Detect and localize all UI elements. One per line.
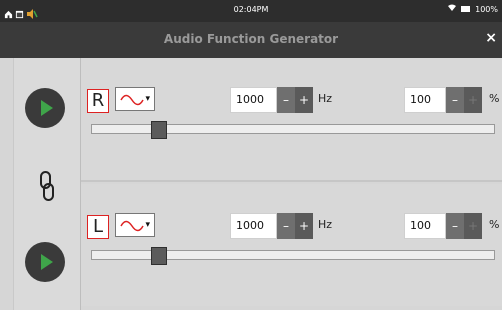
amplitude-increment-button[interactable]: + (464, 213, 482, 239)
play-icon (41, 100, 53, 116)
frequency-unit: Hz (318, 92, 333, 105)
play-right-button[interactable] (25, 88, 65, 128)
sine-wave-icon (120, 94, 144, 106)
amplitude-input[interactable]: 100 (404, 213, 446, 239)
sine-wave-icon (120, 220, 144, 232)
battery-icon (461, 5, 471, 14)
amplitude-input[interactable]: 100 (404, 87, 446, 113)
title-bar: Audio Function Generator × (0, 22, 502, 59)
slider-thumb[interactable] (150, 121, 167, 139)
play-icon (41, 254, 53, 270)
chevron-down-icon: ▾ (145, 220, 150, 230)
amplitude-decrement-button[interactable]: – (446, 213, 464, 239)
amplitude-decrement-button[interactable]: – (446, 87, 464, 113)
status-icons-right: 100% (447, 4, 498, 14)
chain-link-icon (40, 171, 54, 201)
frequency-unit: Hz (318, 218, 333, 231)
frequency-increment-button[interactable]: + (295, 87, 313, 113)
main-area: R ▾ 1000 – + Hz 100 – + % L ▾ 1000 – + H… (0, 58, 502, 310)
frequency-input[interactable]: 1000 (230, 213, 277, 239)
channel-panel-right: R ▾ 1000 – + Hz 100 – + % (81, 58, 502, 180)
battery-percent: 100% (475, 4, 498, 14)
status-bar: 02:04PM 100% (0, 0, 502, 22)
panel-divider (81, 180, 502, 182)
amplitude-unit: % (489, 218, 500, 231)
amplitude-increment-button[interactable]: + (464, 87, 482, 113)
frequency-decrement-button[interactable]: – (277, 213, 295, 239)
frequency-slider[interactable] (91, 247, 495, 265)
clock: 02:04PM (233, 5, 269, 14)
channel-panel-left: L ▾ 1000 – + Hz 100 – + % (81, 184, 502, 306)
window-title: Audio Function Generator (163, 32, 339, 46)
chevron-down-icon: ▾ (145, 94, 150, 104)
frequency-increment-button[interactable]: + (295, 213, 313, 239)
waveform-select[interactable]: ▾ (115, 213, 155, 237)
play-left-button[interactable] (25, 242, 65, 282)
frequency-slider[interactable] (91, 121, 495, 139)
frequency-input[interactable]: 1000 (230, 87, 277, 113)
waveform-select[interactable]: ▾ (115, 87, 155, 111)
sidebar (13, 58, 81, 310)
amplitude-unit: % (489, 92, 500, 105)
frequency-decrement-button[interactable]: – (277, 87, 295, 113)
link-channels-button[interactable] (36, 170, 58, 202)
channel-label: R (87, 89, 109, 113)
slider-thumb[interactable] (150, 247, 167, 265)
wifi-icon (447, 4, 457, 14)
close-button[interactable]: × (485, 30, 497, 46)
channel-label: L (87, 215, 109, 239)
